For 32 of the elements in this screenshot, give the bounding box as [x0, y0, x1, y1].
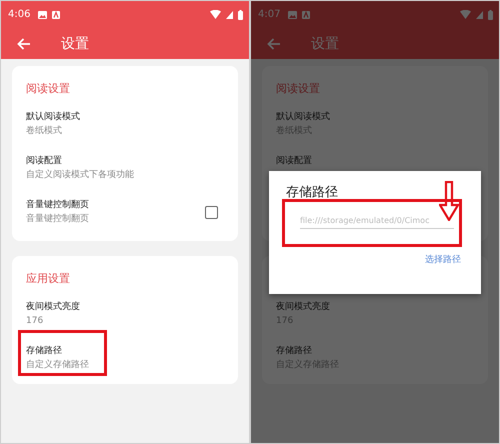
- battery-icon: [488, 10, 493, 20]
- signal-icon: [476, 10, 483, 18]
- dialog-title: 存储路径: [286, 184, 339, 201]
- setting-title[interactable]: 存储路径: [26, 344, 62, 358]
- setting-title[interactable]: 夜间模式亮度: [26, 300, 80, 314]
- status-time: 4:07: [258, 9, 280, 20]
- setting-subtitle: 音量键控制翻页: [26, 212, 89, 226]
- setting-title[interactable]: 阅读配置: [26, 154, 62, 168]
- setting-subtitle: 自定义存储路径: [26, 358, 89, 372]
- wifi-icon: [210, 10, 221, 19]
- notification-icon: [52, 10, 60, 18]
- section-title: 应用设置: [26, 270, 70, 286]
- image-icon: [288, 10, 298, 18]
- screen-title: 设置: [311, 34, 339, 52]
- back-icon[interactable]: [17, 38, 31, 50]
- checkbox[interactable]: [205, 206, 218, 219]
- notification-icon: [302, 10, 310, 18]
- setting-title[interactable]: 音量键控制翻页: [26, 198, 89, 212]
- signal-icon: [226, 10, 233, 18]
- battery-icon: [238, 10, 243, 20]
- setting-subtitle: 176: [26, 315, 44, 328]
- setting-subtitle: 卷纸模式: [26, 124, 62, 138]
- image-icon: [38, 10, 48, 18]
- wifi-icon: [460, 10, 471, 19]
- section-title: 阅读设置: [276, 80, 320, 96]
- section-title: 阅读设置: [26, 80, 70, 96]
- setting-subtitle: 自定义阅读模式下各项功能: [26, 168, 134, 182]
- setting-title[interactable]: 默认阅读模式: [26, 110, 80, 124]
- screen-title: 设置: [61, 34, 89, 52]
- choose-path-button[interactable]: 选择路径: [423, 251, 463, 268]
- status-time: 4:06: [8, 9, 30, 20]
- back-icon[interactable]: [267, 38, 281, 50]
